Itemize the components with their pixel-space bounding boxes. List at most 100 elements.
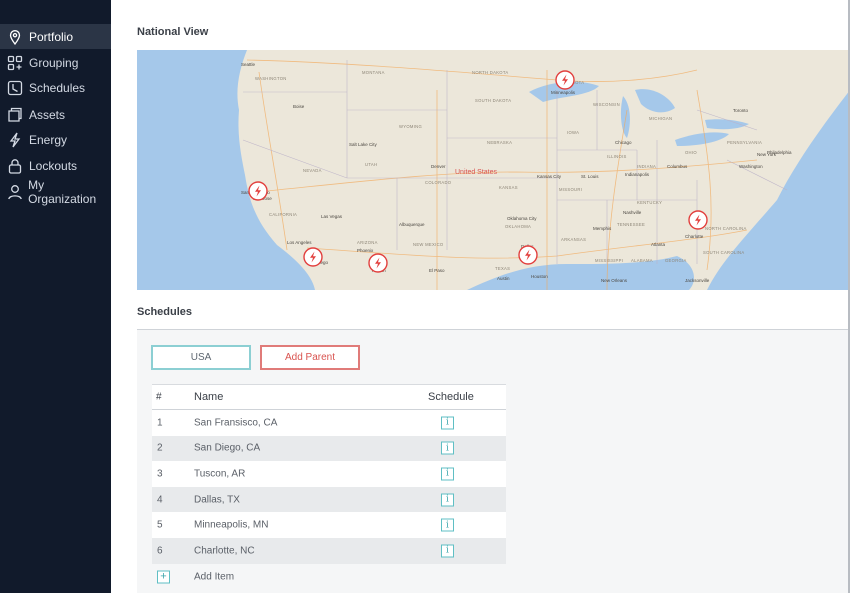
table-row[interactable]: 2 San Diego, CA i [152, 435, 506, 462]
map-state-label: ARIZONA [357, 240, 378, 245]
map-city-label: St. Louis [581, 174, 599, 179]
sidebar-item-portfolio[interactable]: Portfolio [0, 24, 111, 49]
map-marker-minneapolis[interactable] [555, 70, 575, 90]
map-state-label: NEW MEXICO [413, 242, 444, 247]
map-city-label: Chicago [615, 140, 632, 145]
map-state-label: NORTH CAROLINA [705, 226, 747, 231]
row-number: 1 [157, 417, 163, 429]
map-state-label: SOUTH DAKOTA [475, 98, 511, 103]
sidebar: Portfolio Grouping Schedules Assets Ener… [0, 0, 111, 593]
app-window: Portfolio Grouping Schedules Assets Ener… [0, 0, 850, 593]
map-city-label: Houston [531, 274, 548, 279]
map-city-label: El Paso [429, 268, 445, 273]
map-state-label: OKLAHOMA [505, 224, 531, 229]
sidebar-item-schedules[interactable]: Schedules [0, 75, 111, 100]
map-state-label: TEXAS [495, 266, 510, 271]
map-state-label: ALABAMA [631, 258, 653, 263]
add-parent-button[interactable]: Add Parent [260, 345, 360, 370]
map-state-label: ARKANSAS [561, 237, 586, 242]
map-state-label: MISSISSIPPI [595, 258, 623, 263]
map-state-label: WASHINGTON [255, 76, 287, 81]
person-icon [6, 183, 23, 201]
map-country-label: United States [455, 169, 498, 176]
schedule-info-button[interactable]: i [441, 544, 454, 558]
map-city-label: Austin [497, 276, 510, 281]
map-state-label: OHIO [685, 150, 697, 155]
usa-button[interactable]: USA [151, 345, 251, 370]
table-row[interactable]: 3 Tuscon, AR i [152, 461, 506, 487]
map-marker-dallas[interactable] [518, 245, 538, 265]
map-city-label: Denver [431, 164, 446, 169]
map-city-label: Nashville [623, 210, 642, 215]
row-number: 5 [157, 519, 163, 531]
national-map[interactable]: WASHINGTON MONTANA NORTH DAKOTA MINNESOT… [137, 50, 850, 290]
map-state-label: KANSAS [499, 185, 518, 190]
map-state-label: TENNESSEE [617, 222, 645, 227]
table-row[interactable]: 1 San Fransisco, CA i [152, 410, 506, 436]
map-city-label: Salt Lake City [349, 142, 378, 147]
map-city-label: Seattle [241, 62, 256, 67]
column-header-name: Name [194, 391, 224, 403]
map-marker-tucson[interactable] [368, 253, 388, 273]
table-row[interactable]: 6 Charlotte, NC i [152, 537, 506, 564]
map-marker-charlotte[interactable] [688, 210, 708, 230]
schedule-info-button[interactable]: i [441, 416, 454, 430]
row-name: Charlotte, NC [194, 545, 255, 557]
map-city-label: Columbus [667, 164, 688, 169]
map-city-label: Charlotte [685, 234, 704, 239]
national-view-title: National View [137, 26, 209, 38]
sidebar-item-assets[interactable]: Assets [0, 102, 111, 127]
row-name: San Diego, CA [194, 442, 261, 454]
map-city-label: Phoenix [357, 248, 374, 253]
sidebar-item-label: My Organization [28, 177, 97, 206]
clock-icon [6, 79, 24, 97]
schedule-info-button[interactable]: i [441, 518, 454, 532]
schedule-info-button[interactable]: i [441, 441, 454, 455]
row-number: 3 [157, 468, 163, 480]
asset-icon [6, 106, 24, 124]
plus-icon[interactable]: + [157, 570, 170, 584]
table-row[interactable]: 5 Minneapolis, MN i [152, 512, 506, 538]
row-number: 4 [157, 494, 163, 506]
map-city-label: Las Vegas [321, 214, 343, 219]
schedule-info-button[interactable]: i [441, 493, 454, 507]
row-number: 6 [157, 545, 163, 557]
sidebar-item-my-organization[interactable]: My Organization [0, 177, 111, 206]
map-city-label: Atlanta [651, 242, 666, 247]
sidebar-item-label: Lockouts [29, 158, 78, 173]
schedules-table: # Name Schedule 1 San Fransisco, CA i 2 … [152, 384, 506, 590]
map-state-label: PENNSYLVANIA [727, 140, 762, 145]
table-row[interactable]: 4 Dallas, TX i [152, 486, 506, 513]
sidebar-item-label: Portfolio [29, 29, 74, 44]
grouping-icon [6, 54, 24, 72]
schedule-info-button[interactable]: i [441, 467, 454, 481]
map-state-label: CALIFORNIA [269, 212, 297, 217]
sidebar-item-lockouts[interactable]: Lockouts [0, 153, 111, 178]
map-marker-san-diego[interactable] [303, 247, 323, 267]
map-city-label: New York [757, 152, 777, 157]
map-city-label: Indianapolis [625, 172, 650, 177]
map-city-label: Washington [739, 164, 763, 169]
lightning-icon [6, 131, 24, 149]
add-item-row[interactable]: + Add Item [152, 563, 506, 590]
map-city-label: Jacksonville [685, 278, 710, 283]
sidebar-item-label: Energy [29, 132, 68, 147]
map-state-label: NEVADA [303, 168, 322, 173]
sidebar-item-grouping[interactable]: Grouping [0, 50, 111, 75]
map-marker-san-francisco[interactable] [248, 181, 268, 201]
map-state-label: KENTUCKY [637, 200, 662, 205]
map-canvas[interactable]: WASHINGTON MONTANA NORTH DAKOTA MINNESOT… [137, 50, 850, 290]
sidebar-item-energy[interactable]: Energy [0, 127, 111, 152]
map-state-label: WYOMING [399, 124, 422, 129]
column-header-num: # [156, 391, 162, 403]
add-item-label[interactable]: Add Item [194, 571, 234, 582]
column-header-schedule: Schedule [428, 391, 474, 403]
schedules-title: Schedules [137, 306, 193, 318]
map-state-label: INDIANA [637, 164, 656, 169]
map-pin-icon [6, 28, 24, 46]
row-name: San Fransisco, CA [194, 417, 278, 429]
map-state-label: UTAH [365, 162, 377, 167]
lock-icon [6, 157, 24, 175]
map-state-label: NORTH DAKOTA [472, 70, 508, 75]
sidebar-item-label: Assets [29, 107, 66, 122]
